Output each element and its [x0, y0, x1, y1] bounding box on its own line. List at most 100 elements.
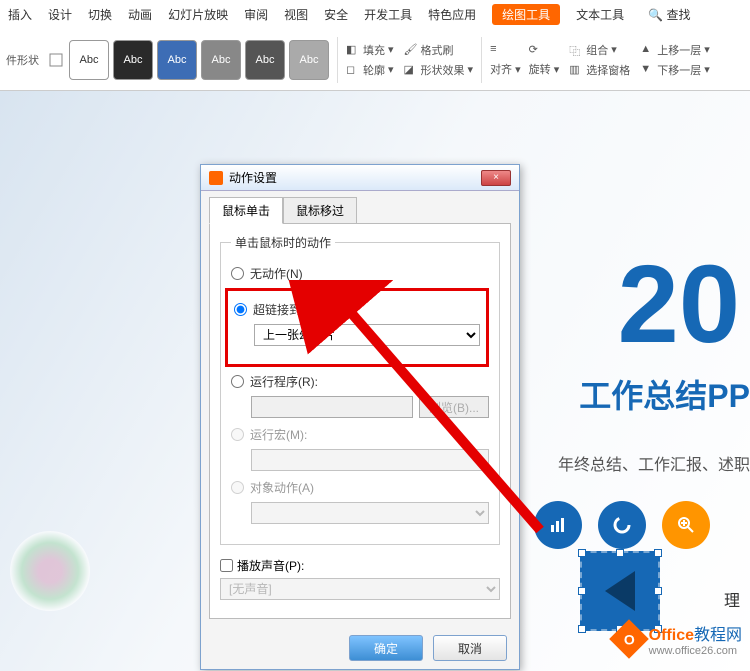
rotate-button[interactable]: ⟳ [529, 43, 560, 57]
rotate-icon: ⟳ [529, 43, 543, 57]
tab-slideshow[interactable]: 幻灯片放映 [168, 6, 228, 23]
shape-style-2[interactable]: Abc [113, 40, 153, 80]
program-path-row: 浏览(B)... [251, 396, 489, 418]
radio-object-action-row: 对象动作(A) [231, 479, 489, 496]
cancel-button[interactable]: 取消 [433, 635, 507, 661]
resize-handle[interactable] [578, 587, 586, 595]
pane-icon: ▥ [569, 63, 583, 77]
fill-icon: ◧ [346, 43, 360, 57]
shape-effects-button[interactable]: ◪形状效果 ▾ [404, 62, 474, 78]
close-button[interactable]: × [481, 170, 511, 186]
search-link[interactable]: 🔍 查找 [648, 6, 690, 23]
play-sound-checkbox[interactable] [220, 559, 233, 572]
send-backward-button[interactable]: ▼下移一层 ▾ [640, 62, 710, 78]
outline-icon: ◻ [346, 63, 360, 77]
decorative-circles [10, 531, 90, 611]
radio-none[interactable] [231, 267, 244, 280]
resize-handle[interactable] [578, 549, 586, 557]
slide-title: 工作总结PP [579, 371, 750, 417]
program-path-input [251, 396, 413, 418]
align-label: 对齐 ▾ [490, 61, 521, 77]
tab-view[interactable]: 视图 [284, 6, 308, 23]
watermark-logo: O [609, 619, 649, 659]
tab-transition[interactable]: 切换 [88, 6, 112, 23]
resize-handle[interactable] [578, 625, 586, 633]
tab-mouse-click[interactable]: 鼠标单击 [209, 197, 283, 224]
watermark-brand: Office [649, 627, 694, 644]
tab-design[interactable]: 设计 [48, 6, 72, 23]
resize-handle[interactable] [654, 587, 662, 595]
shape-style-4[interactable]: Abc [201, 40, 241, 80]
radio-run-program[interactable] [231, 375, 244, 388]
tab-text-tools[interactable]: 文本工具 [576, 6, 624, 23]
ok-button[interactable]: 确定 [349, 635, 423, 661]
effects-icon: ◪ [404, 63, 418, 77]
tab-special[interactable]: 特色应用 [428, 6, 476, 23]
radio-object-action [231, 481, 244, 494]
watermark: O Office教程网 www.office26.com [615, 621, 742, 657]
zoom-icon [662, 501, 710, 549]
annotation-highlight: 超链接到(H): 上一张幻灯片 [225, 288, 489, 367]
format-painter-button[interactable]: 🖌格式刷 [404, 42, 474, 58]
align-icon: ≡ [490, 43, 504, 57]
shape-style-3[interactable]: Abc [157, 40, 197, 80]
tab-review[interactable]: 审阅 [244, 6, 268, 23]
macro-select-wrap [251, 449, 489, 471]
macro-select [251, 449, 489, 471]
tab-insert[interactable]: 插入 [8, 6, 32, 23]
browse-button: 浏览(B)... [419, 396, 489, 418]
radio-hyperlink[interactable] [234, 303, 247, 316]
group-button[interactable]: ⿻组合 ▾ [569, 42, 630, 58]
radio-hyperlink-row[interactable]: 超链接到(H): [234, 301, 480, 318]
click-action-group: 单击鼠标时的动作 无动作(N) 超链接到(H): 上一张幻灯片 [220, 234, 500, 545]
dialog-titlebar[interactable]: 动作设置 × [201, 165, 519, 191]
radio-run-program-row[interactable]: 运行程序(R): [231, 373, 489, 390]
resize-handle[interactable] [616, 549, 624, 557]
hyperlink-target-select[interactable]: 上一张幻灯片 [254, 324, 480, 346]
shape-style-1[interactable]: Abc [69, 40, 109, 80]
slide-subtitle: 年终总结、工作汇报、述职 [558, 451, 750, 475]
dialog-title-text: 动作设置 [229, 169, 277, 186]
dialog-tabs: 鼠标单击 鼠标移过 [201, 191, 519, 224]
ribbon-toolbar: 件形状 Abc Abc Abc Abc Abc Abc ◧填充 ▾ ◻轮廓 ▾ … [0, 29, 750, 91]
shape-format-label: 件形状 [6, 52, 39, 68]
hyperlink-select-wrap: 上一张幻灯片 [254, 324, 480, 346]
brush-icon: 🖌 [404, 43, 418, 57]
sound-select: [无声音] [220, 578, 500, 600]
tab-drawing-tools[interactable]: 绘图工具 [492, 4, 560, 25]
tab-security[interactable]: 安全 [324, 6, 348, 23]
rotate-label: 旋转 ▾ [529, 61, 560, 77]
edit-shape-icon[interactable] [47, 42, 65, 78]
backward-icon: ▼ [640, 63, 654, 77]
shape-style-5[interactable]: Abc [245, 40, 285, 80]
watermark-url: www.office26.com [649, 645, 742, 657]
outline-button[interactable]: ◻轮廓 ▾ [346, 62, 394, 78]
shape-style-6[interactable]: Abc [289, 40, 329, 80]
object-action-select-wrap [251, 502, 489, 524]
slide-year-number: 20 [618, 241, 740, 368]
ribbon-tabs: 插入 设计 切换 动画 幻灯片放映 审阅 视图 安全 开发工具 特色应用 绘图工… [0, 0, 750, 29]
app-icon [209, 171, 223, 185]
fill-button[interactable]: ◧填充 ▾ [346, 42, 394, 58]
tab-developer[interactable]: 开发工具 [364, 6, 412, 23]
watermark-suffix: 教程网 [694, 627, 742, 644]
selected-triangle-shape[interactable] [580, 551, 660, 631]
align-button[interactable]: ≡ [490, 43, 521, 57]
action-settings-dialog: 动作设置 × 鼠标单击 鼠标移过 单击鼠标时的动作 无动作(N) 超链接到(H)… [200, 164, 520, 670]
group-label: 单击鼠标时的动作 [231, 234, 335, 251]
radio-none-row[interactable]: 无动作(N) [231, 265, 489, 282]
bring-forward-button[interactable]: ▲上移一层 ▾ [640, 42, 710, 58]
selection-pane-button[interactable]: ▥选择窗格 [569, 62, 630, 78]
radio-run-macro [231, 428, 244, 441]
shape-style-gallery: 件形状 Abc Abc Abc Abc Abc Abc [6, 40, 329, 80]
radio-none-label: 无动作(N) [250, 265, 303, 282]
play-sound-row[interactable]: 播放声音(P): [220, 557, 500, 574]
chart-icon [534, 501, 582, 549]
dialog-body: 单击鼠标时的动作 无动作(N) 超链接到(H): 上一张幻灯片 [209, 223, 511, 619]
radio-run-macro-row: 运行宏(M): [231, 426, 489, 443]
radio-object-action-label: 对象动作(A) [250, 479, 314, 496]
tab-mouse-over[interactable]: 鼠标移过 [283, 197, 357, 224]
resize-handle[interactable] [654, 549, 662, 557]
tab-animation[interactable]: 动画 [128, 6, 152, 23]
group-icon: ⿻ [569, 43, 583, 57]
